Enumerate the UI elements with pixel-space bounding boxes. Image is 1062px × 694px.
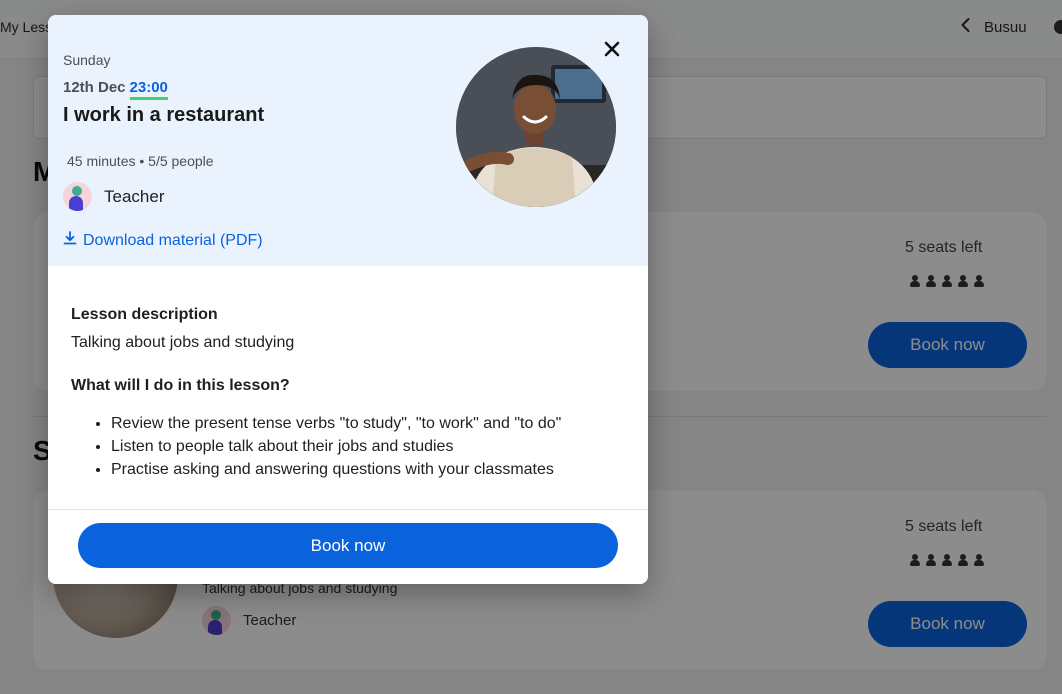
- close-icon: [604, 41, 620, 62]
- activities-heading: What will I do in this lesson?: [71, 377, 290, 394]
- close-button[interactable]: [600, 39, 624, 63]
- lesson-time: 23:00: [129, 79, 168, 100]
- list-item: Practise asking and answering questions …: [111, 458, 561, 481]
- list-item: Review the present tense verbs "to study…: [111, 412, 561, 435]
- lesson-modal: Sunday 12th Dec 23:00 I work in a restaur…: [48, 15, 648, 584]
- lesson-meta: 45 minutes • 5/5 people: [67, 153, 214, 169]
- lesson-date: 12th Dec: [63, 79, 126, 96]
- modal-footer: Book now: [48, 509, 648, 584]
- download-icon: [63, 231, 77, 250]
- teacher-row: Teacher: [63, 182, 164, 211]
- activities-list: Review the present tense verbs "to study…: [111, 412, 561, 481]
- description-heading: Lesson description: [71, 306, 218, 323]
- description-text: Talking about jobs and studying: [71, 334, 295, 351]
- lesson-day: Sunday: [63, 52, 111, 68]
- lesson-title: I work in a restaurant: [63, 104, 265, 126]
- download-material-link[interactable]: Download material (PDF): [63, 231, 263, 250]
- modal-header: Sunday 12th Dec 23:00 I work in a restaur…: [48, 15, 648, 266]
- book-now-button[interactable]: Book now: [78, 523, 618, 568]
- lesson-photo: [456, 47, 616, 207]
- teacher-name: Teacher: [104, 186, 165, 206]
- list-item: Listen to people talk about their jobs a…: [111, 435, 561, 458]
- download-label: Download material (PDF): [83, 231, 263, 249]
- teacher-avatar: [63, 182, 92, 211]
- lesson-datetime: 12th Dec 23:00: [63, 79, 168, 100]
